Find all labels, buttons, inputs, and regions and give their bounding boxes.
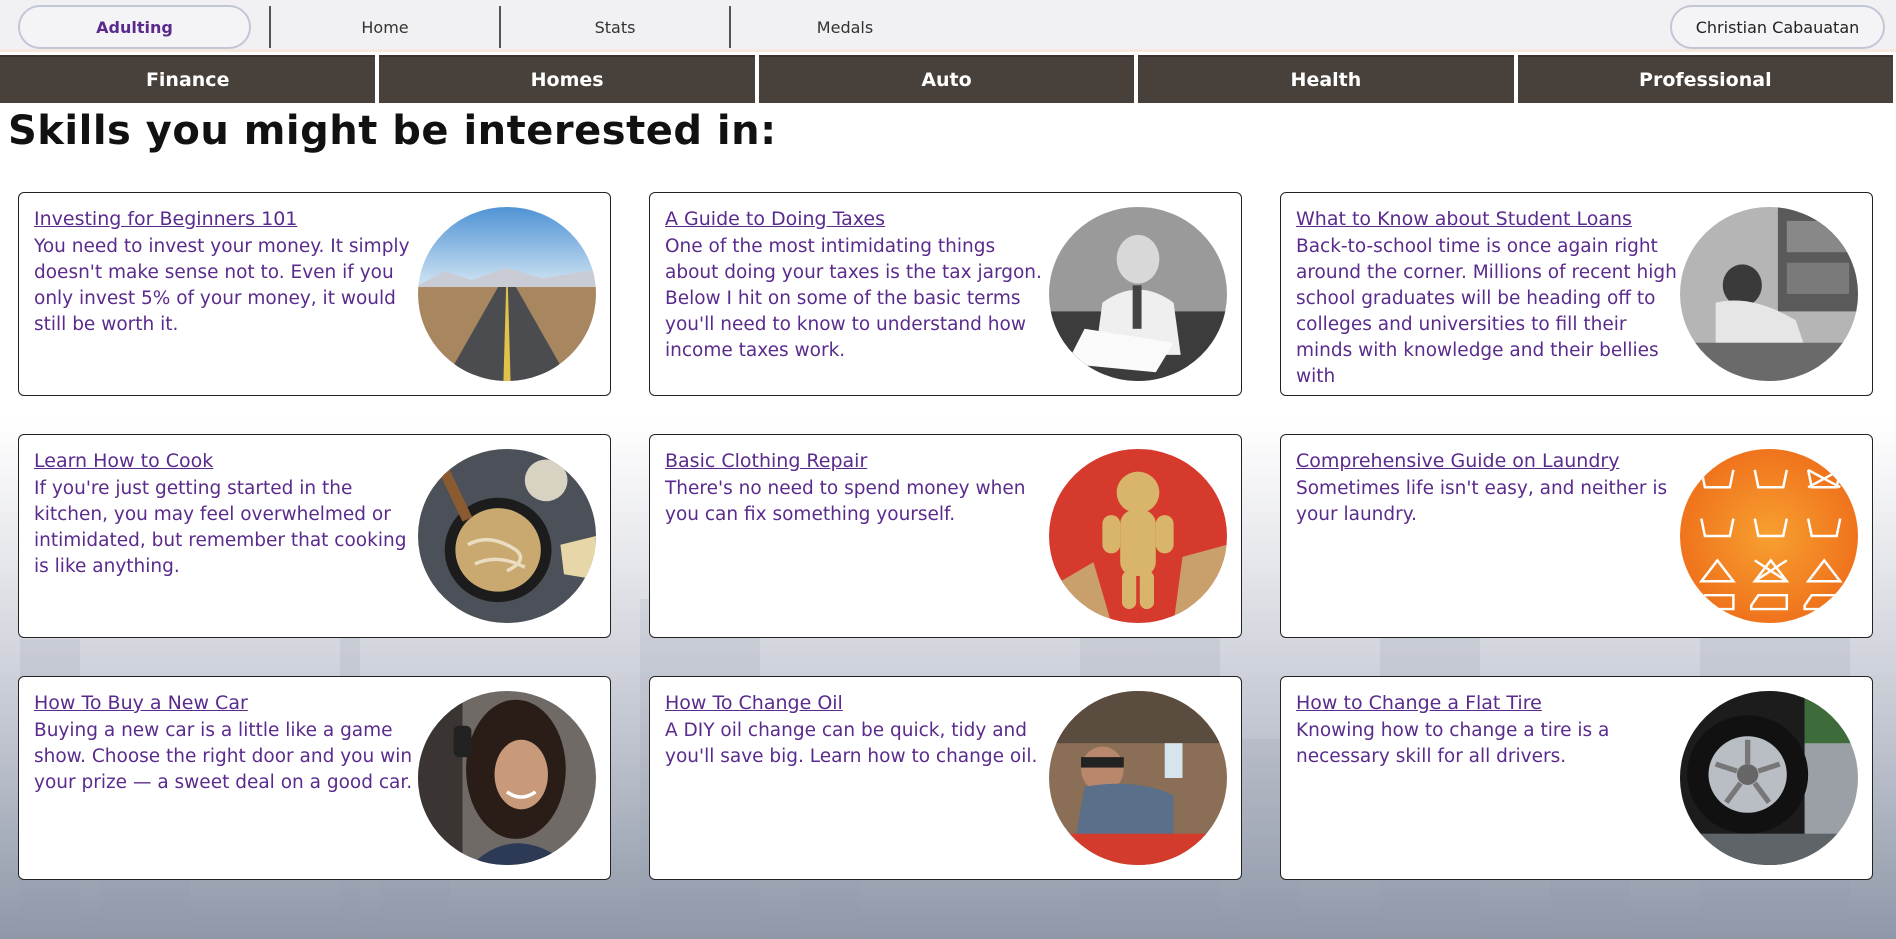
- skill-card-title[interactable]: How To Buy a New Car: [34, 692, 248, 714]
- skill-card-title[interactable]: Investing for Beginners 101: [34, 208, 297, 230]
- skill-card[interactable]: Investing for Beginners 101 You need to …: [18, 192, 611, 396]
- skill-card[interactable]: Learn How to Cook If you're just getting…: [18, 434, 611, 638]
- skill-card[interactable]: Basic Clothing Repair There's no need to…: [649, 434, 1242, 638]
- category-bar: Finance Homes Auto Health Professional: [0, 55, 1894, 103]
- road-image: [418, 207, 596, 381]
- skill-card-description: A DIY oil change can be quick, tidy and …: [665, 720, 1038, 767]
- skill-card-description: Knowing how to change a tire is a necess…: [1296, 720, 1610, 767]
- category-auto[interactable]: Auto: [758, 55, 1135, 103]
- skill-card[interactable]: How To Change Oil A DIY oil change can b…: [649, 676, 1242, 880]
- skill-card-description: Buying a new car is a little like a game…: [34, 720, 413, 793]
- skill-card-title[interactable]: How To Change Oil: [665, 692, 843, 714]
- laundry-symbols-image: [1680, 449, 1858, 623]
- category-health[interactable]: Health: [1138, 55, 1514, 103]
- skill-card[interactable]: How To Buy a New Car Buying a new car is…: [18, 676, 611, 880]
- pasta-pan-image: [418, 449, 596, 623]
- user-account-button[interactable]: Christian Cabauatan: [1670, 5, 1885, 49]
- mechanic-image: [1049, 691, 1227, 865]
- nav-stats[interactable]: Stats: [499, 6, 729, 48]
- woman-car-keys-image: [418, 691, 596, 865]
- brand-button[interactable]: Adulting: [18, 5, 251, 49]
- skill-card[interactable]: What to Know about Student Loans Back-to…: [1280, 192, 1873, 396]
- stressed-man-image: [1049, 207, 1227, 381]
- skill-card-title[interactable]: How to Change a Flat Tire: [1296, 692, 1542, 714]
- skill-card-description: Back-to-school time is once again right …: [1296, 236, 1677, 384]
- top-navigation-bar: Adulting Home Stats Medals Christian Cab…: [0, 0, 1896, 52]
- skill-card[interactable]: A Guide to Doing Taxes One of the most i…: [649, 192, 1242, 396]
- skill-card-title[interactable]: Comprehensive Guide on Laundry: [1296, 450, 1619, 472]
- category-homes[interactable]: Homes: [379, 55, 755, 103]
- skill-card-title[interactable]: Basic Clothing Repair: [665, 450, 867, 472]
- skill-card-title[interactable]: What to Know about Student Loans: [1296, 208, 1632, 230]
- skill-card-title[interactable]: A Guide to Doing Taxes: [665, 208, 885, 230]
- skill-card[interactable]: How to Change a Flat Tire Knowing how to…: [1280, 676, 1873, 880]
- skill-card-description: If you're just getting started in the ki…: [34, 478, 407, 577]
- skill-card-title[interactable]: Learn How to Cook: [34, 450, 213, 472]
- skill-card-description: One of the most intimidating things abou…: [665, 236, 1042, 361]
- student-desk-image: [1680, 207, 1858, 381]
- nav-home[interactable]: Home: [269, 6, 499, 48]
- skill-card-description: There's no need to spend money when you …: [665, 478, 1026, 525]
- flat-tire-image: [1680, 691, 1858, 865]
- skill-card-description: Sometimes life isn't easy, and neither i…: [1296, 478, 1668, 525]
- sewing-doll-image: [1049, 449, 1227, 623]
- category-finance[interactable]: Finance: [0, 55, 376, 103]
- skill-card-description: You need to invest your money. It simply…: [34, 236, 410, 335]
- category-professional[interactable]: Professional: [1517, 55, 1894, 103]
- page-heading: Skills you might be interested in:: [8, 108, 777, 154]
- skill-card[interactable]: Comprehensive Guide on Laundry Sometimes…: [1280, 434, 1873, 638]
- nav-medals[interactable]: Medals: [729, 6, 959, 48]
